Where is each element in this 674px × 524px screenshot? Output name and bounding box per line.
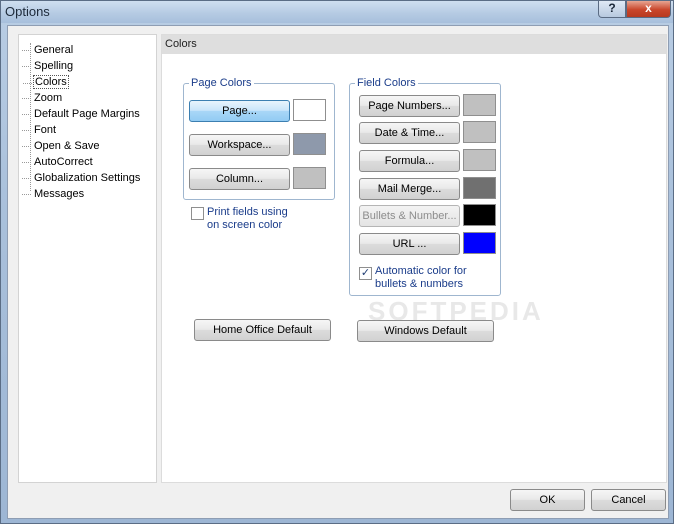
tree-item-globalization-settings[interactable]: Globalization Settings <box>21 171 141 185</box>
home-office-default-button[interactable]: Home Office Default <box>194 319 331 341</box>
windows-default-button[interactable]: Windows Default <box>357 320 494 342</box>
page-numbers-color-swatch[interactable] <box>463 94 496 116</box>
auto-color-label-line2: bullets & numbers <box>375 278 464 290</box>
auto-color-checkbox[interactable]: ✓ <box>359 267 372 280</box>
page-colors-legend: Page Colors <box>189 77 254 90</box>
window-title: Options <box>5 4 50 19</box>
page-numbers-color-button[interactable]: Page Numbers... <box>359 95 460 117</box>
close-button[interactable]: x <box>626 1 671 18</box>
tree-item-messages[interactable]: Messages <box>21 187 85 201</box>
tree-item-colors[interactable]: Colors <box>23 75 69 89</box>
tree-item-default-page-margins[interactable]: Default Page Margins <box>22 107 141 121</box>
mail-merge-color-swatch[interactable] <box>463 177 496 199</box>
tree-item-font[interactable]: Font <box>21 123 57 137</box>
mail-merge-color-button[interactable]: Mail Merge... <box>359 178 460 200</box>
bullets-numbers-color-swatch[interactable] <box>463 204 496 226</box>
panel-title: Colors <box>162 35 666 54</box>
page-color-button[interactable]: Page... <box>189 100 290 122</box>
colors-panel: Colors Page Colors Page... Workspace... … <box>161 34 667 483</box>
print-fields-checkbox[interactable] <box>191 207 204 220</box>
formula-color-swatch[interactable] <box>463 149 496 171</box>
workspace-color-button[interactable]: Workspace... <box>189 134 290 156</box>
title-bar[interactable]: Options ? x <box>1 1 673 23</box>
page-colors-group: Page Colors Page... Workspace... Column.… <box>183 77 335 200</box>
field-colors-group: Field Colors Page Numbers... Date & Time… <box>349 77 501 296</box>
tree-item-zoom[interactable]: Zoom <box>21 91 63 105</box>
options-tree: General Spelling Colors Zoom Default Pag… <box>18 34 157 483</box>
column-color-swatch[interactable] <box>293 167 326 189</box>
date-time-color-button[interactable]: Date & Time... <box>359 122 460 144</box>
workspace-color-swatch[interactable] <box>293 133 326 155</box>
url-color-swatch[interactable] <box>463 232 496 254</box>
tree-item-autocorrect[interactable]: AutoCorrect <box>22 155 94 169</box>
formula-color-button[interactable]: Formula... <box>359 150 460 172</box>
tree-item-general[interactable]: General <box>21 43 74 57</box>
ok-button[interactable]: OK <box>510 489 585 511</box>
date-time-color-swatch[interactable] <box>463 121 496 143</box>
page-color-swatch[interactable] <box>293 99 326 121</box>
help-button[interactable]: ? <box>598 1 626 18</box>
dialog-body: General Spelling Colors Zoom Default Pag… <box>7 25 669 519</box>
bullets-numbers-color-button[interactable]: Bullets & Number... <box>359 205 460 227</box>
field-colors-legend: Field Colors <box>355 77 418 90</box>
cancel-button[interactable]: Cancel <box>591 489 666 511</box>
auto-color-label-line1: Automatic color for <box>375 265 467 277</box>
tree-item-spelling[interactable]: Spelling <box>21 59 74 73</box>
print-fields-label-line1: Print fields using <box>207 206 288 218</box>
tree-item-open-save[interactable]: Open & Save <box>21 139 100 153</box>
print-fields-label-line2: on screen color <box>207 219 283 231</box>
url-color-button[interactable]: URL ... <box>359 233 460 255</box>
column-color-button[interactable]: Column... <box>189 168 290 190</box>
options-window: Options ? x General Spelling Colors Zoom… <box>0 0 674 524</box>
